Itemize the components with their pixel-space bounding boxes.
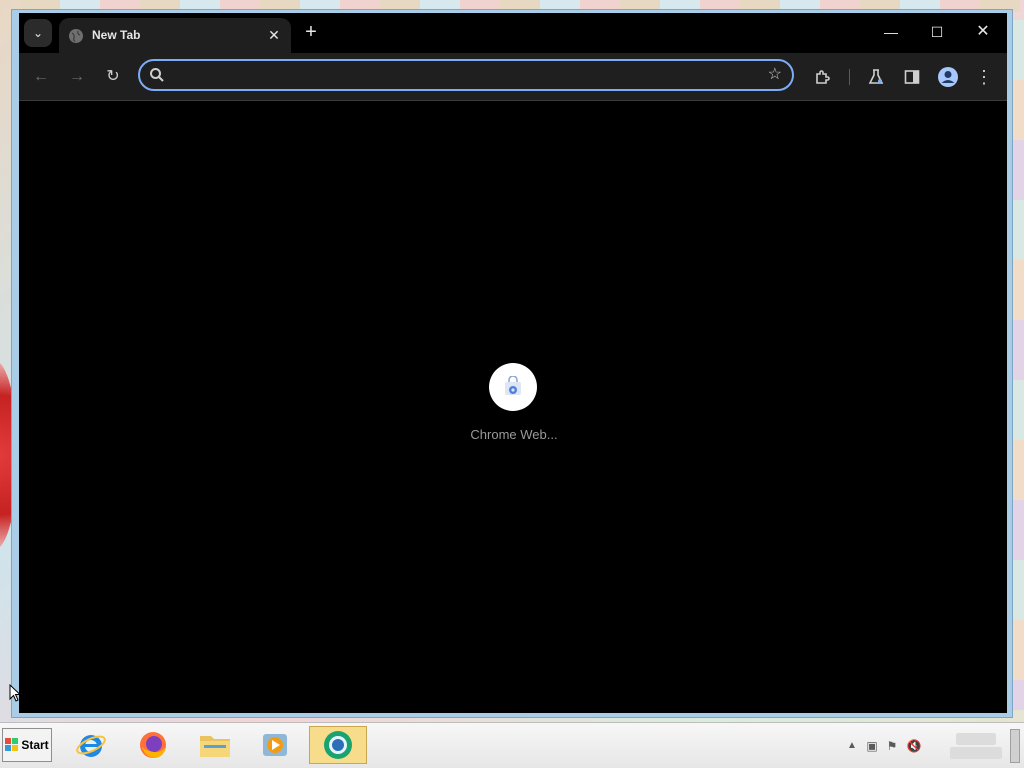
media-player-icon[interactable]: [246, 726, 304, 764]
start-button[interactable]: Start: [2, 728, 52, 762]
forward-button[interactable]: →: [63, 63, 91, 91]
page-content: Chrome Web...: [19, 101, 1007, 713]
menu-kebab-icon[interactable]: ⋮: [970, 63, 998, 91]
folder-icon[interactable]: [186, 726, 244, 764]
browser-frame: ⌄ New Tab ✕ + — ☐ ✕ ← → ↻ ☆ ⋮ Chrome Web…: [19, 13, 1007, 713]
chevron-down-icon: ⌄: [32, 26, 44, 40]
start-label: Start: [21, 738, 49, 752]
ie-icon[interactable]: [62, 726, 120, 764]
flask-icon[interactable]: [862, 63, 890, 91]
taskbar: Start ▲ ▣ ⚑ 🔇: [0, 722, 1024, 768]
tab-title: New Tab: [92, 28, 141, 42]
windows-logo-icon: [5, 738, 19, 751]
maximize-button[interactable]: ☐: [915, 17, 959, 47]
system-tray: ▲ ▣ ⚑ 🔇: [834, 723, 1024, 768]
minimize-button[interactable]: —: [869, 17, 913, 47]
back-button[interactable]: ←: [27, 63, 55, 91]
side-panel-icon[interactable]: [898, 63, 926, 91]
search-icon: [150, 68, 164, 82]
new-tab-button[interactable]: +: [299, 21, 323, 45]
clock[interactable]: [944, 731, 1008, 761]
profile-icon[interactable]: [934, 63, 962, 91]
tab-strip: ⌄ New Tab ✕ + — ☐ ✕: [19, 13, 1007, 53]
chrome-web-store-icon: [489, 363, 537, 411]
firefox-icon[interactable]: [124, 726, 182, 764]
action-center-flag-icon[interactable]: ⚑: [884, 738, 900, 754]
close-tab-icon[interactable]: ✕: [265, 26, 283, 44]
toolbar-separator: [849, 69, 850, 85]
volume-muted-icon[interactable]: 🔇: [906, 738, 922, 754]
wallpaper-right-strip: [1012, 20, 1024, 710]
network-icon[interactable]: ▣: [864, 738, 880, 754]
tab-new-tab[interactable]: New Tab ✕: [59, 18, 291, 53]
address-input[interactable]: [174, 64, 748, 88]
puzzle-icon[interactable]: [809, 63, 837, 91]
browser-window: ⌄ New Tab ✕ + — ☐ ✕ ← → ↻ ☆ ⋮ Chrome Web…: [11, 9, 1013, 718]
chrome-icon[interactable]: [309, 726, 367, 764]
mouse-cursor-icon: [9, 684, 21, 702]
reload-button[interactable]: ↻: [99, 63, 127, 91]
tab-search-button[interactable]: ⌄: [24, 19, 52, 47]
browser-toolbar: ← → ↻ ☆ ⋮: [19, 53, 1007, 101]
bookmark-star-icon[interactable]: ☆: [768, 64, 782, 86]
close-window-button[interactable]: ✕: [961, 17, 1005, 47]
globe-icon: [69, 29, 83, 43]
loading-label: Chrome Web...: [470, 427, 558, 442]
omnibox[interactable]: ☆: [138, 59, 794, 91]
show-desktop-button[interactable]: [1010, 729, 1020, 763]
show-hidden-icons-icon[interactable]: ▲: [844, 738, 860, 754]
